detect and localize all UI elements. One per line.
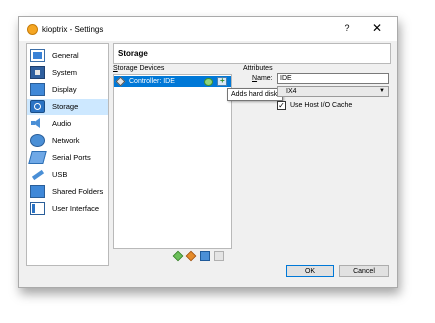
help-button[interactable]: ? — [341, 23, 353, 33]
sidebar-item-label: Serial Ports — [52, 153, 91, 162]
sidebar-item-label: Audio — [52, 119, 72, 128]
ok-button[interactable]: OK — [286, 265, 334, 277]
sidebar-item-label: Storage — [52, 102, 79, 111]
remove-controller-icon[interactable] — [185, 250, 197, 262]
remove-attachment-icon[interactable] — [214, 251, 224, 261]
page-header: Storage — [113, 43, 391, 64]
sidebar-item-network[interactable]: Network — [27, 133, 108, 149]
display-icon — [30, 83, 45, 96]
sidebar-item-label: Shared Folders — [52, 187, 104, 196]
label-text: ame: — [257, 75, 273, 82]
sidebar-item-label: Network — [52, 136, 80, 145]
ide-controller-icon — [115, 76, 126, 87]
tree-item-controller-ide[interactable]: Controller: IDE — [114, 76, 231, 87]
close-button[interactable]: ✕ — [370, 21, 384, 35]
name-field[interactable] — [277, 73, 389, 84]
storage-icon — [30, 100, 45, 113]
sidebar-item-shared-folders[interactable]: Shared Folders — [27, 184, 108, 200]
host-io-cache-checkbox[interactable]: ✓ — [277, 101, 286, 110]
sidebar-item-audio[interactable]: Audio — [27, 116, 108, 132]
user-interface-icon — [30, 202, 45, 215]
settings-sidebar: General System Display Storage Audio Net… — [26, 43, 109, 266]
add-controller-icon[interactable] — [172, 250, 184, 262]
general-icon — [30, 49, 45, 62]
controller-label: Controller: IDE — [129, 78, 175, 85]
add-attachment-icon[interactable] — [200, 251, 210, 261]
attributes-label: Attributes — [243, 65, 273, 72]
shared-folders-icon — [30, 185, 45, 198]
sidebar-item-label: System — [52, 68, 78, 77]
label-text: torage Devices — [117, 65, 165, 72]
add-hard-disk-button[interactable] — [217, 76, 227, 86]
sidebar-item-storage[interactable]: Storage — [27, 99, 108, 115]
sidebar-item-display[interactable]: Display — [27, 82, 108, 98]
usb-icon — [30, 168, 45, 181]
sidebar-item-system[interactable]: System — [27, 65, 108, 81]
name-label: Name: — [252, 75, 273, 82]
storage-tree[interactable]: Controller: IDE — [113, 74, 232, 249]
title-bar: kioptrix - Settings ? ✕ — [19, 17, 397, 41]
audio-icon — [30, 117, 45, 130]
settings-window: kioptrix - Settings ? ✕ General System D… — [18, 16, 398, 288]
sidebar-item-label: Display — [52, 85, 77, 94]
sidebar-item-label: General — [52, 51, 79, 60]
network-icon — [30, 134, 45, 147]
virtualbox-app-icon — [27, 24, 38, 35]
cancel-button[interactable]: Cancel — [339, 265, 389, 277]
tooltip: Adds hard disk. — [227, 88, 284, 101]
window-title: kioptrix - Settings — [42, 25, 104, 34]
host-io-cache-label: Use Host I/O Cache — [290, 102, 353, 109]
storage-devices-label: Storage Devices — [113, 65, 164, 72]
sidebar-item-label: User Interface — [52, 204, 100, 213]
sidebar-item-usb[interactable]: USB — [27, 167, 108, 183]
system-icon — [30, 66, 45, 79]
sidebar-item-label: USB — [52, 170, 68, 179]
sidebar-item-serial-ports[interactable]: Serial Ports — [27, 150, 108, 166]
serial-ports-icon — [28, 151, 47, 164]
sidebar-item-user-interface[interactable]: User Interface — [27, 201, 108, 217]
type-select-value: IX4 — [286, 88, 297, 95]
page-title: Storage — [118, 49, 148, 58]
sidebar-item-general[interactable]: General — [27, 48, 108, 64]
type-select[interactable]: IX4 ▼ — [277, 86, 389, 97]
add-optical-drive-button[interactable] — [204, 78, 213, 86]
chevron-down-icon: ▼ — [379, 88, 385, 94]
